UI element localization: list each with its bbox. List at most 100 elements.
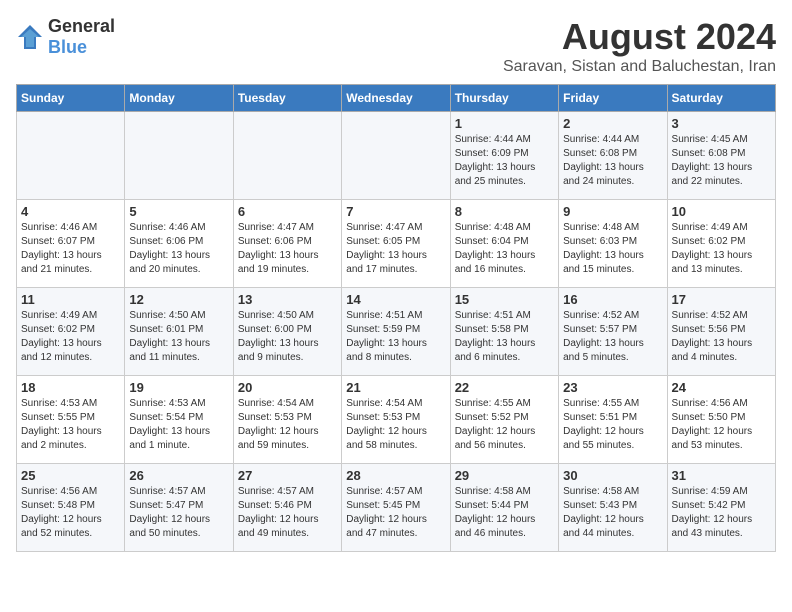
- day-info: Sunrise: 4:50 AM Sunset: 6:00 PM Dayligh…: [238, 309, 337, 365]
- logo: General Blue: [16, 16, 115, 58]
- calendar-table: SundayMondayTuesdayWednesdayThursdayFrid…: [16, 84, 776, 552]
- day-info: Sunrise: 4:56 AM Sunset: 5:48 PM Dayligh…: [21, 485, 120, 541]
- calendar-cell: [125, 112, 233, 200]
- day-header-friday: Friday: [559, 85, 667, 112]
- calendar-cell: 5Sunrise: 4:46 AM Sunset: 6:06 PM Daylig…: [125, 200, 233, 288]
- day-info: Sunrise: 4:53 AM Sunset: 5:54 PM Dayligh…: [129, 397, 228, 453]
- day-header-monday: Monday: [125, 85, 233, 112]
- day-number: 1: [455, 116, 554, 131]
- calendar-cell: 26 Sunrise: 4:57 AM Sunset: 5:47 PM Dayli…: [125, 464, 233, 552]
- day-number: 9: [563, 204, 662, 219]
- calendar-cell: 19 Sunrise: 4:53 AM Sunset: 5:54 PM Dayli…: [125, 376, 233, 464]
- day-header-saturday: Saturday: [667, 85, 775, 112]
- day-number: 25: [21, 468, 120, 483]
- day-info: Sunrise: 4:53 AM Sunset: 5:55 PM Dayligh…: [21, 397, 120, 453]
- calendar-cell: 2 Sunrise: 4:44 AM Sunset: 6:08 PM Daylig…: [559, 112, 667, 200]
- day-number: 28: [346, 468, 445, 483]
- logo-text: General Blue: [48, 16, 115, 58]
- day-number: 30: [563, 468, 662, 483]
- calendar-cell: 30 Sunrise: 4:58 AM Sunset: 5:43 PM Dayli…: [559, 464, 667, 552]
- day-info: Sunrise: 4:44 AM Sunset: 6:08 PM Dayligh…: [563, 133, 662, 189]
- calendar-cell: 25 Sunrise: 4:56 AM Sunset: 5:48 PM Dayli…: [17, 464, 125, 552]
- day-info: Sunrise: 4:59 AM Sunset: 5:42 PM Dayligh…: [672, 485, 771, 541]
- main-title: August 2024: [503, 16, 776, 58]
- day-number: 2: [563, 116, 662, 131]
- day-info: Sunrise: 4:56 AM Sunset: 5:50 PM Dayligh…: [672, 397, 771, 453]
- calendar-cell: 27Sunrise: 4:57 AM Sunset: 5:46 PM Dayli…: [233, 464, 341, 552]
- calendar-cell: 20Sunrise: 4:54 AM Sunset: 5:53 PM Dayli…: [233, 376, 341, 464]
- calendar-cell: 21 Sunrise: 4:54 AM Sunset: 5:53 PM Dayli…: [342, 376, 450, 464]
- day-info: Sunrise: 4:49 AM Sunset: 6:02 PM Dayligh…: [21, 309, 120, 365]
- calendar-week-1: 1 Sunrise: 4:44 AM Sunset: 6:09 PM Daylig…: [17, 112, 776, 200]
- calendar-week-5: 25 Sunrise: 4:56 AM Sunset: 5:48 PM Dayli…: [17, 464, 776, 552]
- day-number: 14: [346, 292, 445, 307]
- calendar-cell: 13 Sunrise: 4:50 AM Sunset: 6:00 PM Dayli…: [233, 288, 341, 376]
- day-number: 3: [672, 116, 771, 131]
- calendar-cell: 17Sunrise: 4:52 AM Sunset: 5:56 PM Dayli…: [667, 288, 775, 376]
- day-info: Sunrise: 4:58 AM Sunset: 5:44 PM Dayligh…: [455, 485, 554, 541]
- day-info: Sunrise: 4:51 AM Sunset: 5:58 PM Dayligh…: [455, 309, 554, 365]
- day-number: 21: [346, 380, 445, 395]
- day-info: Sunrise: 4:48 AM Sunset: 6:04 PM Dayligh…: [455, 221, 554, 277]
- day-info: Sunrise: 4:48 AM Sunset: 6:03 PM Dayligh…: [563, 221, 662, 277]
- calendar-cell: 15Sunrise: 4:51 AM Sunset: 5:58 PM Dayli…: [450, 288, 558, 376]
- logo-icon: [16, 23, 44, 51]
- calendar-cell: 22 Sunrise: 4:55 AM Sunset: 5:52 PM Dayli…: [450, 376, 558, 464]
- day-info: Sunrise: 4:47 AM Sunset: 6:05 PM Dayligh…: [346, 221, 445, 277]
- day-number: 19: [129, 380, 228, 395]
- day-info: Sunrise: 4:44 AM Sunset: 6:09 PM Dayligh…: [455, 133, 554, 189]
- day-number: 7: [346, 204, 445, 219]
- calendar-week-2: 4Sunrise: 4:46 AM Sunset: 6:07 PM Daylig…: [17, 200, 776, 288]
- calendar-header-row: SundayMondayTuesdayWednesdayThursdayFrid…: [17, 85, 776, 112]
- calendar-cell: 18Sunrise: 4:53 AM Sunset: 5:55 PM Dayli…: [17, 376, 125, 464]
- calendar-cell: 11 Sunrise: 4:49 AM Sunset: 6:02 PM Dayli…: [17, 288, 125, 376]
- day-info: Sunrise: 4:55 AM Sunset: 5:51 PM Dayligh…: [563, 397, 662, 453]
- calendar-cell: 7 Sunrise: 4:47 AM Sunset: 6:05 PM Daylig…: [342, 200, 450, 288]
- day-number: 26: [129, 468, 228, 483]
- page-header: General Blue August 2024 Saravan, Sistan…: [16, 16, 776, 76]
- day-info: Sunrise: 4:47 AM Sunset: 6:06 PM Dayligh…: [238, 221, 337, 277]
- calendar-cell: 8 Sunrise: 4:48 AM Sunset: 6:04 PM Daylig…: [450, 200, 558, 288]
- day-info: Sunrise: 4:55 AM Sunset: 5:52 PM Dayligh…: [455, 397, 554, 453]
- day-number: 16: [563, 292, 662, 307]
- day-number: 13: [238, 292, 337, 307]
- day-info: Sunrise: 4:58 AM Sunset: 5:43 PM Dayligh…: [563, 485, 662, 541]
- day-info: Sunrise: 4:57 AM Sunset: 5:47 PM Dayligh…: [129, 485, 228, 541]
- calendar-cell: 29Sunrise: 4:58 AM Sunset: 5:44 PM Dayli…: [450, 464, 558, 552]
- day-header-sunday: Sunday: [17, 85, 125, 112]
- day-number: 31: [672, 468, 771, 483]
- day-number: 11: [21, 292, 120, 307]
- calendar-cell: 12 Sunrise: 4:50 AM Sunset: 6:01 PM Dayli…: [125, 288, 233, 376]
- subtitle: Saravan, Sistan and Baluchestan, Iran: [503, 58, 776, 76]
- day-number: 27: [238, 468, 337, 483]
- day-info: Sunrise: 4:49 AM Sunset: 6:02 PM Dayligh…: [672, 221, 771, 277]
- calendar-body: 1 Sunrise: 4:44 AM Sunset: 6:09 PM Daylig…: [17, 112, 776, 552]
- calendar-cell: 9 Sunrise: 4:48 AM Sunset: 6:03 PM Daylig…: [559, 200, 667, 288]
- day-info: Sunrise: 4:52 AM Sunset: 5:56 PM Dayligh…: [672, 309, 771, 365]
- day-number: 23: [563, 380, 662, 395]
- day-info: Sunrise: 4:57 AM Sunset: 5:45 PM Dayligh…: [346, 485, 445, 541]
- day-number: 22: [455, 380, 554, 395]
- day-info: Sunrise: 4:50 AM Sunset: 6:01 PM Dayligh…: [129, 309, 228, 365]
- calendar-cell: 16Sunrise: 4:52 AM Sunset: 5:57 PM Dayli…: [559, 288, 667, 376]
- day-header-tuesday: Tuesday: [233, 85, 341, 112]
- calendar-cell: 24Sunrise: 4:56 AM Sunset: 5:50 PM Dayli…: [667, 376, 775, 464]
- calendar-cell: [342, 112, 450, 200]
- calendar-cell: 10 Sunrise: 4:49 AM Sunset: 6:02 PM Dayli…: [667, 200, 775, 288]
- calendar-cell: 23 Sunrise: 4:55 AM Sunset: 5:51 PM Dayli…: [559, 376, 667, 464]
- calendar-week-3: 11 Sunrise: 4:49 AM Sunset: 6:02 PM Dayli…: [17, 288, 776, 376]
- day-info: Sunrise: 4:45 AM Sunset: 6:08 PM Dayligh…: [672, 133, 771, 189]
- calendar-cell: 1 Sunrise: 4:44 AM Sunset: 6:09 PM Daylig…: [450, 112, 558, 200]
- calendar-week-4: 18Sunrise: 4:53 AM Sunset: 5:55 PM Dayli…: [17, 376, 776, 464]
- day-info: Sunrise: 4:54 AM Sunset: 5:53 PM Dayligh…: [346, 397, 445, 453]
- day-header-thursday: Thursday: [450, 85, 558, 112]
- calendar-cell: 3 Sunrise: 4:45 AM Sunset: 6:08 PM Daylig…: [667, 112, 775, 200]
- day-info: Sunrise: 4:46 AM Sunset: 6:07 PM Dayligh…: [21, 221, 120, 277]
- logo-general: General: [48, 16, 115, 36]
- day-number: 6: [238, 204, 337, 219]
- day-number: 10: [672, 204, 771, 219]
- day-number: 8: [455, 204, 554, 219]
- calendar-cell: 4Sunrise: 4:46 AM Sunset: 6:07 PM Daylig…: [17, 200, 125, 288]
- day-header-wednesday: Wednesday: [342, 85, 450, 112]
- day-number: 12: [129, 292, 228, 307]
